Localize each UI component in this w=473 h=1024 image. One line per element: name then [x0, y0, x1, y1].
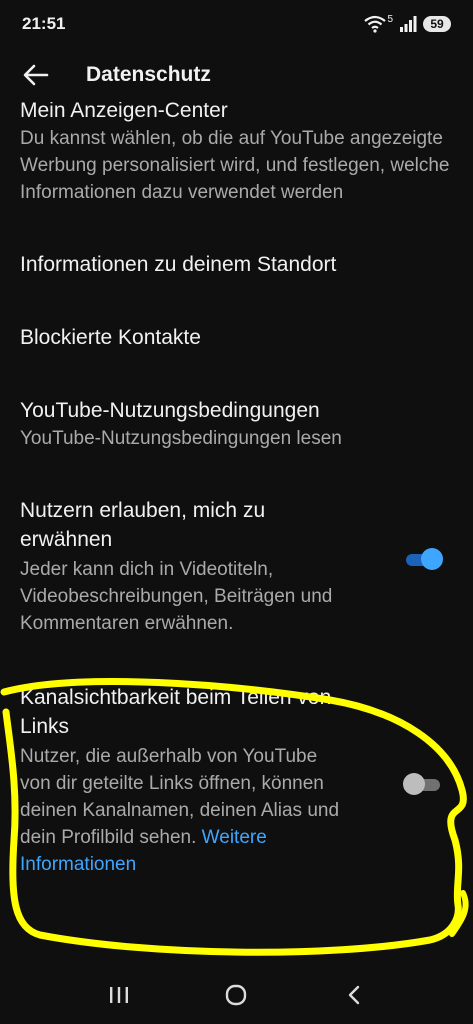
system-back-button[interactable]	[330, 975, 378, 1015]
setting-ad-center[interactable]: Mein Anzeigen-Center Du kannst wählen, o…	[0, 94, 473, 206]
wifi-band-label: 5	[387, 13, 393, 25]
recents-button[interactable]	[95, 975, 143, 1015]
setting-description: Jeder kann dich in Videotiteln, Videobes…	[20, 559, 333, 634]
channel-visibility-toggle[interactable]	[403, 773, 443, 795]
status-icons: 5 59	[363, 13, 451, 33]
back-chevron-icon	[348, 985, 360, 1005]
setting-terms-of-service[interactable]: YouTube-Nutzungsbedingungen YouTube-Nutz…	[0, 396, 473, 452]
setting-title: YouTube-Nutzungsbedingungen	[20, 399, 320, 422]
setting-location-info[interactable]: Informationen zu deinem Standort	[0, 250, 473, 279]
battery-indicator: 59	[423, 16, 451, 32]
setting-channel-visibility[interactable]: Kanalsichtbarkeit beim Teilen von Links …	[0, 683, 473, 878]
status-bar: 21:51 5 59	[0, 0, 473, 48]
toggle-knob	[421, 548, 443, 570]
setting-description: YouTube-Nutzungsbedingungen lesen	[20, 428, 342, 449]
setting-title: Informationen zu deinem Standort	[20, 253, 337, 276]
arrow-left-icon	[23, 64, 49, 86]
setting-title: Nutzern erlauben, mich zu erwähnen	[20, 499, 266, 551]
mentions-toggle[interactable]	[403, 548, 443, 570]
setting-blocked-contacts[interactable]: Blockierte Kontakte	[0, 323, 473, 352]
home-button[interactable]	[212, 975, 260, 1015]
setting-title: Kanalsichtbarkeit beim Teilen von Links	[20, 686, 332, 738]
recents-icon	[109, 987, 128, 1003]
toggle-knob	[403, 773, 425, 795]
wifi-icon	[363, 15, 387, 33]
status-time: 21:51	[22, 14, 66, 33]
setting-description: Du kannst wählen, ob die auf YouTube ang…	[20, 128, 450, 203]
setting-title: Blockierte Kontakte	[20, 326, 201, 349]
signal-icon	[399, 16, 417, 32]
setting-description-text: Nutzer, die außerhalb von YouTube von di…	[20, 746, 340, 848]
page-title: Datenschutz	[86, 63, 211, 86]
home-icon	[226, 984, 247, 1006]
settings-list: Mein Anzeigen-Center Du kannst wählen, o…	[0, 94, 473, 878]
back-button[interactable]	[16, 55, 56, 95]
setting-description: Nutzer, die außerhalb von YouTube von di…	[20, 743, 340, 878]
system-nav-bar	[0, 966, 473, 1024]
setting-allow-mentions[interactable]: Nutzern erlauben, mich zu erwähnen Jeder…	[0, 496, 473, 637]
screen: 21:51 5 59 Datenschutz Mein Anzeigen-Cen…	[0, 0, 473, 1024]
app-bar: Datenschutz	[0, 48, 473, 102]
